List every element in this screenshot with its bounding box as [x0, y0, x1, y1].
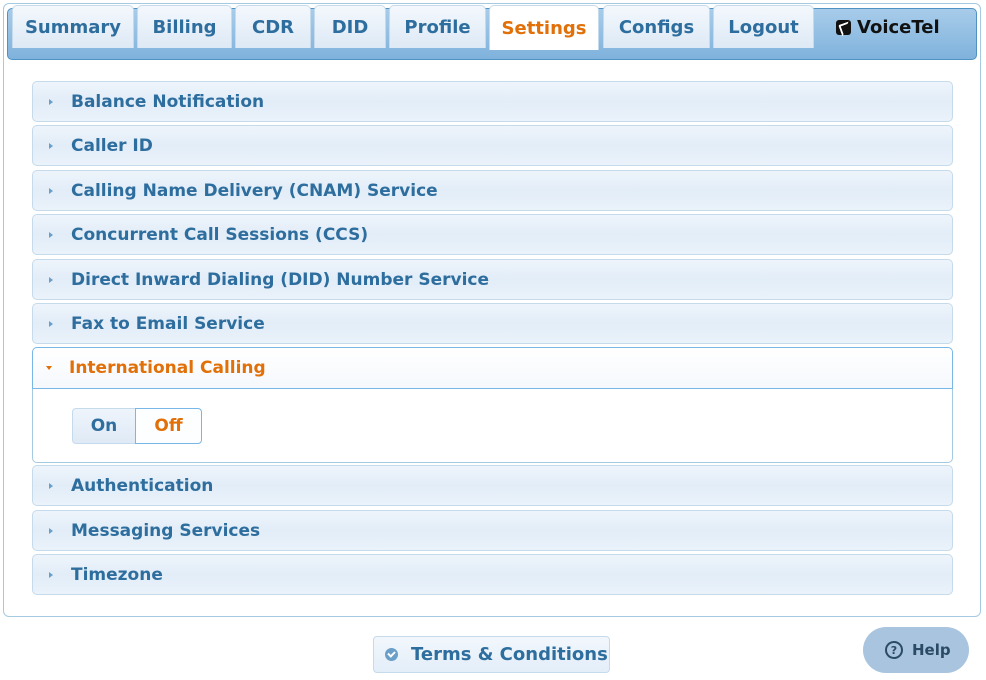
section-title: Timezone — [71, 564, 163, 585]
tab-logout[interactable]: Logout — [713, 5, 814, 48]
international-calling-toggle: On Off — [72, 408, 202, 444]
tab-summary[interactable]: Summary — [12, 5, 134, 48]
caret-right-icon — [49, 187, 53, 194]
caret-right-icon — [49, 527, 53, 534]
section-title: Authentication — [71, 475, 214, 496]
check-circle-icon — [385, 648, 398, 661]
toggle-on-button[interactable]: On — [72, 408, 135, 444]
help-label: Help — [912, 641, 951, 659]
section-cnam-service[interactable]: Calling Name Delivery (CNAM) Service — [32, 170, 953, 211]
section-messaging-services[interactable]: Messaging Services — [32, 510, 953, 551]
help-button[interactable]: ? Help — [863, 627, 969, 673]
section-title: Calling Name Delivery (CNAM) Service — [71, 180, 438, 201]
question-circle-icon: ? — [885, 641, 903, 659]
caret-right-icon — [49, 231, 53, 238]
phone-icon — [836, 19, 851, 35]
caret-right-icon — [49, 571, 53, 578]
tab-billing[interactable]: Billing — [137, 5, 232, 48]
section-title: Balance Notification — [71, 91, 265, 112]
caret-right-icon — [49, 276, 53, 283]
tab-did[interactable]: DID — [314, 5, 386, 48]
international-calling-panel: On Off — [32, 389, 953, 463]
section-did-number-service[interactable]: Direct Inward Dialing (DID) Number Servi… — [32, 259, 953, 300]
section-caller-id[interactable]: Caller ID — [32, 125, 953, 166]
caret-right-icon — [49, 482, 53, 489]
section-title: Fax to Email Service — [71, 313, 265, 334]
section-title: Concurrent Call Sessions (CCS) — [71, 224, 369, 245]
section-concurrent-call-sessions[interactable]: Concurrent Call Sessions (CCS) — [32, 214, 953, 255]
caret-right-icon — [49, 98, 53, 105]
section-fax-to-email[interactable]: Fax to Email Service — [32, 303, 953, 344]
terms-label: Terms & Conditions — [411, 644, 608, 665]
tab-profile[interactable]: Profile — [389, 5, 486, 48]
caret-right-icon — [49, 142, 53, 149]
section-international-calling[interactable]: International Calling — [32, 347, 953, 389]
tab-configs[interactable]: Configs — [603, 5, 710, 48]
section-timezone[interactable]: Timezone — [32, 554, 953, 595]
section-title: International Calling — [69, 358, 266, 378]
section-title: Messaging Services — [71, 520, 261, 541]
caret-right-icon — [49, 320, 53, 327]
tab-settings[interactable]: Settings — [489, 5, 599, 50]
brand-name: VoiceTel — [857, 16, 940, 38]
toggle-off-button[interactable]: Off — [135, 408, 202, 444]
terms-conditions-button[interactable]: Terms & Conditions — [373, 636, 610, 673]
section-authentication[interactable]: Authentication — [32, 465, 953, 506]
brand: VoiceTel — [836, 14, 940, 40]
section-balance-notification[interactable]: Balance Notification — [32, 81, 953, 122]
tab-cdr[interactable]: CDR — [235, 5, 311, 48]
section-title: Caller ID — [71, 135, 153, 156]
caret-down-icon — [46, 366, 52, 370]
section-title: Direct Inward Dialing (DID) Number Servi… — [71, 269, 490, 290]
